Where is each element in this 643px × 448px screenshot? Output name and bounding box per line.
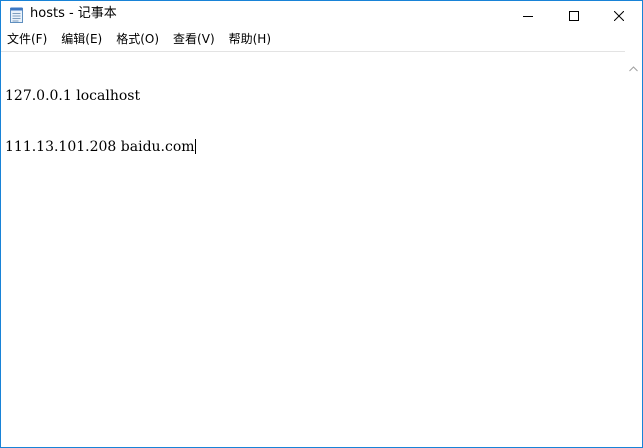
text-caret (194, 139, 196, 154)
close-button[interactable] (596, 1, 642, 29)
text-editor[interactable]: 127.0.0.1 localhost 111.13.101.208 baidu… (1, 51, 625, 447)
maximize-button[interactable] (551, 1, 597, 29)
text-line-with-caret: 111.13.101.208 baidu.com (5, 139, 196, 156)
menu-view[interactable]: 查看(V) (166, 29, 222, 49)
menu-edit[interactable]: 编辑(E) (54, 29, 109, 49)
editor-content[interactable]: 127.0.0.1 localhost 111.13.101.208 baidu… (5, 54, 196, 190)
maximize-icon (569, 6, 579, 25)
menu-bar: 文件(F) 编辑(E) 格式(O) 查看(V) 帮助(H) (1, 29, 642, 49)
scroll-up-icon[interactable] (629, 57, 638, 76)
notepad-window: hosts - 记事本 文件(F) 编辑(E) 格式(O) 查看(V) 帮助(H… (0, 0, 643, 448)
text-line: 111.13.101.208 baidu.com (5, 139, 195, 155)
notepad-icon (10, 7, 24, 23)
minimize-button[interactable] (505, 1, 551, 29)
menu-file[interactable]: 文件(F) (1, 29, 54, 49)
menu-format[interactable]: 格式(O) (109, 29, 166, 49)
text-line: 127.0.0.1 localhost (5, 88, 141, 104)
minimize-icon (523, 6, 533, 25)
menu-help[interactable]: 帮助(H) (222, 29, 278, 49)
close-icon (613, 6, 625, 25)
title-bar[interactable]: hosts - 记事本 (1, 1, 642, 29)
window-title: hosts - 记事本 (30, 6, 117, 21)
vertical-scrollbar[interactable] (625, 51, 642, 447)
